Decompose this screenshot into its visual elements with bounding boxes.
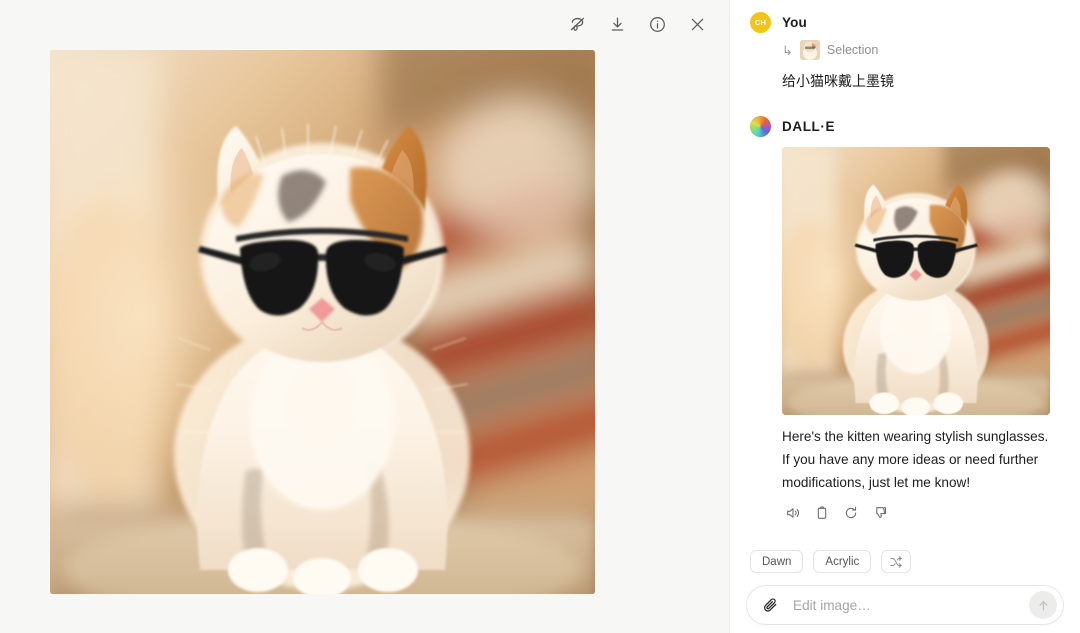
- thumbs-down-icon[interactable]: [869, 502, 890, 523]
- selection-attachment[interactable]: ↳ Selection: [782, 40, 1060, 60]
- image-viewer-pane: [0, 0, 730, 633]
- copy-icon[interactable]: [811, 502, 832, 523]
- message-assistant-header: DALL·E: [750, 114, 1060, 138]
- dalle-avatar-icon: [750, 115, 771, 137]
- suggestion-chips: Dawn Acrylic: [750, 550, 912, 573]
- selection-thumbnail[interactable]: [799, 40, 820, 60]
- generated-image-thumbnail[interactable]: [782, 147, 1050, 415]
- message-composer: [746, 585, 1064, 625]
- generated-kitten-illustration: [782, 147, 1050, 415]
- clear-selection-icon[interactable]: [563, 10, 591, 38]
- assistant-response-text: Here's the kitten wearing stylish sungla…: [782, 429, 1049, 490]
- read-aloud-icon[interactable]: [782, 502, 803, 523]
- chat-scroll-area[interactable]: CH You ↳ Selection 给小猫咪戴上墨镜 DALL·E Here'…: [730, 0, 1080, 580]
- message-actions: [782, 502, 1060, 523]
- selection-label: Selection: [826, 43, 879, 57]
- viewer-toolbar: [563, 10, 711, 38]
- chip-style-dawn[interactable]: Dawn: [750, 550, 804, 573]
- app-root: CH You ↳ Selection 给小猫咪戴上墨镜 DALL·E Here'…: [0, 0, 1080, 633]
- close-icon[interactable]: [683, 10, 711, 38]
- selection-thumbnail-image: [799, 40, 820, 60]
- user-prompt-text: 给小猫咪戴上墨镜: [782, 73, 894, 89]
- message-user-header: CH You: [750, 10, 1060, 34]
- message-user: CH You ↳ Selection 给小猫咪戴上墨镜: [750, 10, 1060, 92]
- reply-arrow-icon: ↳: [782, 42, 793, 58]
- info-icon[interactable]: [643, 10, 671, 38]
- attach-icon[interactable]: [759, 594, 781, 616]
- image-canvas[interactable]: [50, 50, 595, 594]
- message-assistant: DALL·E Here's the kitten wearing stylish…: [750, 114, 1060, 523]
- download-icon[interactable]: [603, 10, 631, 38]
- kitten-illustration: [50, 50, 595, 594]
- edit-image-input[interactable]: [781, 597, 1029, 613]
- message-sender-name: DALL·E: [782, 118, 836, 134]
- send-button[interactable]: [1029, 591, 1057, 619]
- message-sender-name: You: [782, 14, 807, 30]
- chat-pane: CH You ↳ Selection 给小猫咪戴上墨镜 DALL·E Here'…: [730, 0, 1080, 633]
- avatar: CH: [750, 11, 771, 33]
- chip-style-acrylic[interactable]: Acrylic: [813, 550, 872, 573]
- shuffle-icon[interactable]: [881, 550, 912, 573]
- regenerate-icon[interactable]: [840, 502, 861, 523]
- assistant-body: Here's the kitten wearing stylish sungla…: [782, 147, 1060, 523]
- kitten-image-large[interactable]: [50, 50, 595, 594]
